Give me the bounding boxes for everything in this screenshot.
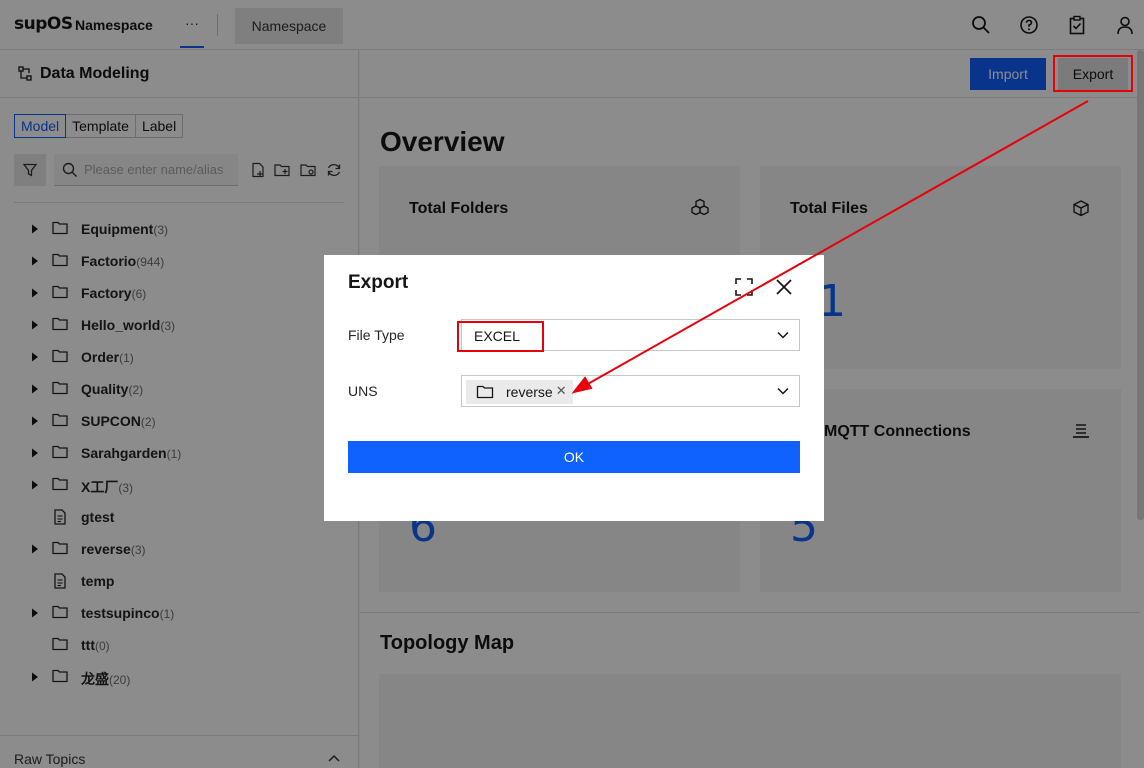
close-icon[interactable]: [774, 277, 794, 297]
uns-tag: reverse ✕: [466, 380, 573, 404]
file-type-label: File Type: [348, 327, 405, 343]
folder-icon: [476, 384, 494, 400]
chevron-down-icon: [777, 330, 789, 340]
dialog-title: Export: [348, 272, 409, 293]
uns-select[interactable]: reverse ✕: [461, 375, 800, 407]
uns-tag-label: reverse: [506, 384, 553, 400]
annotation-box-file-type: [457, 321, 544, 352]
chevron-down-icon: [777, 386, 789, 396]
remove-tag-icon[interactable]: ✕: [556, 383, 567, 399]
annotation-box-export: [1053, 55, 1133, 92]
ok-button[interactable]: OK: [348, 441, 800, 473]
export-dialog: Export File Type EXCEL UNS reverse ✕ OK: [324, 255, 824, 521]
maximize-icon[interactable]: [734, 277, 754, 297]
uns-label: UNS: [348, 383, 378, 399]
